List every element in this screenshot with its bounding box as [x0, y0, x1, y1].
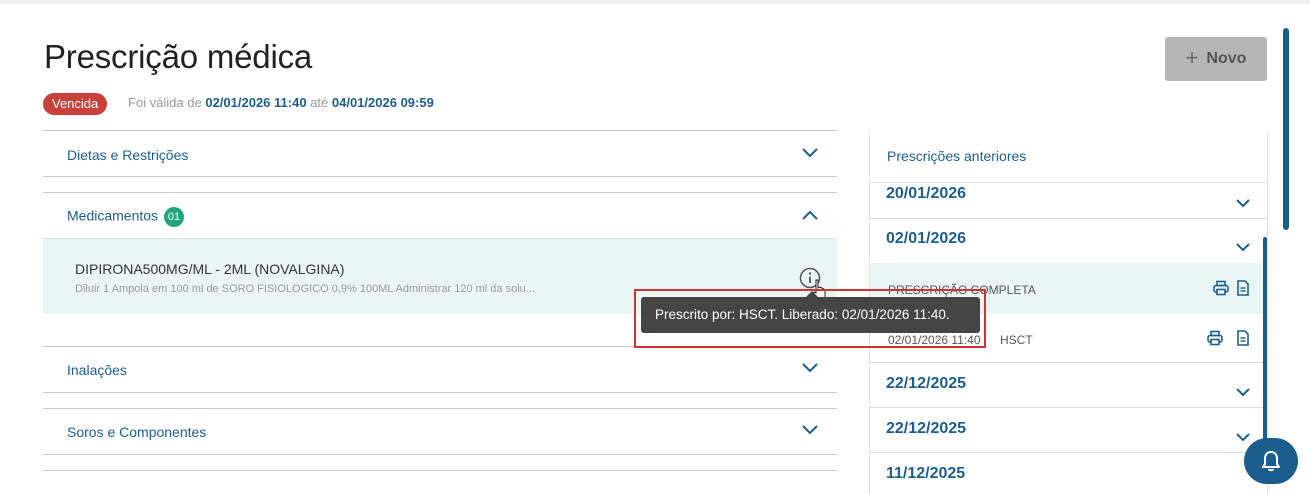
document-icon[interactable] [1235, 280, 1251, 296]
chevron-down-icon[interactable] [1236, 243, 1250, 252]
print-icon[interactable] [1207, 330, 1223, 346]
chevron-down-icon[interactable] [1236, 199, 1250, 208]
section-title-dietas: Dietas e Restrições [67, 147, 189, 163]
previous-date-label: 11/12/2025 [886, 465, 966, 482]
validity-prefix: Foi válida de [128, 95, 202, 110]
chevron-down-icon[interactable] [802, 363, 818, 373]
plus-icon: + [1185, 45, 1199, 70]
bell-icon [1262, 451, 1280, 472]
previous-prescriptions-header: Prescrições anteriores [870, 130, 1267, 183]
medication-description: Diluir 1 Ampola em 100 ml de SORO FISIOL… [75, 283, 535, 295]
chevron-down-icon[interactable] [802, 148, 818, 158]
chevron-down-icon[interactable] [1236, 388, 1250, 397]
medication-name: DIPIRONA500MG/ML - 2ML (NOVALGINA) [75, 261, 345, 277]
previous-date-item[interactable]: 22/12/2025 [870, 408, 1267, 453]
previous-date-item[interactable]: 02/01/2026 [870, 219, 1267, 263]
valid-to: 04/01/2026 09:59 [331, 95, 434, 110]
section-medicamentos[interactable]: Medicamentos 01 [43, 192, 837, 238]
top-strip [0, 0, 1310, 4]
notifications-button[interactable] [1244, 438, 1298, 484]
section-label: Medicamentos [67, 207, 159, 224]
previous-date-label: 22/12/2025 [886, 375, 967, 392]
prescription-info-tooltip: Prescrito por: HSCT. Liberado: 02/01/202… [641, 297, 980, 333]
status-badge: Vencida [43, 93, 108, 115]
chevron-down-icon[interactable] [1236, 433, 1250, 442]
previous-date-item[interactable]: 11/12/2025 [870, 453, 1267, 493]
section-soros[interactable]: Soros e Componentes [43, 408, 837, 454]
validity-mid: até [310, 95, 329, 110]
divider [43, 454, 837, 455]
section-inalacoes[interactable]: Inalações [43, 346, 837, 392]
chevron-down-icon[interactable] [802, 425, 818, 435]
previous-date-label: 02/01/2026 [886, 230, 967, 247]
previous-date-label: 20/01/2026 [886, 185, 967, 202]
document-icon[interactable] [1235, 330, 1251, 346]
panel-scrollbar[interactable] [1263, 237, 1267, 453]
previous-date-item[interactable]: 20/01/2026 [870, 183, 1267, 219]
prescription-entry-prescriber: HSCT [1000, 333, 1033, 347]
section-dietas[interactable]: Dietas e Restrições [43, 130, 837, 176]
new-prescription-button[interactable]: + Novo [1165, 37, 1267, 81]
divider [43, 470, 837, 471]
previous-date-item[interactable]: 22/12/2025 [870, 363, 1267, 408]
new-button-label: Novo [1206, 50, 1247, 67]
divider [43, 392, 837, 393]
previous-prescriptions-title: Prescrições anteriores [887, 148, 1027, 164]
chevron-up-icon[interactable] [802, 210, 818, 220]
divider [43, 176, 837, 177]
section-title-inalacoes: Inalações [67, 362, 127, 378]
validity-text: Foi válida de 02/01/2026 11:40 até 04/01… [128, 95, 434, 110]
previous-date-label: 22/12/2025 [886, 420, 967, 437]
page-scrollbar[interactable] [1283, 28, 1289, 230]
page-title: Prescrição médica [44, 38, 313, 75]
valid-from: 02/01/2026 11:40 [205, 95, 307, 110]
count-badge: 01 [164, 207, 185, 227]
print-icon[interactable] [1213, 280, 1229, 296]
section-title-medicamentos: Medicamentos 01 [67, 207, 185, 227]
section-title-soros: Soros e Componentes [67, 424, 207, 440]
